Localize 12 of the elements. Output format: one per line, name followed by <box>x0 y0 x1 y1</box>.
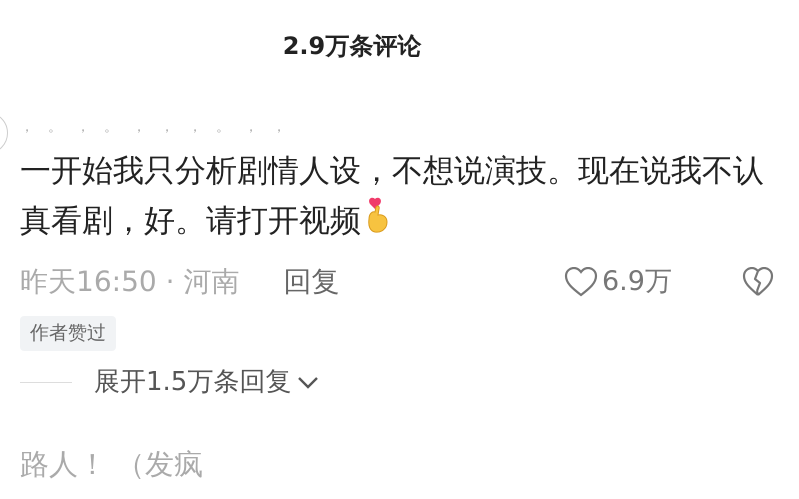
reply-button[interactable]: 回复 <box>283 261 340 303</box>
heart-icon[interactable] <box>564 267 598 297</box>
comment-meta: 昨天16:50 · 河南 <box>20 264 240 300</box>
author-liked-badge: 作者赞过 <box>20 316 116 350</box>
header-title: 2.9万条评论 <box>282 31 422 62</box>
next-comment-text: 路人！ （发疯 <box>20 446 204 482</box>
comment-text: 一开始我只分析剧情人设，不想说演技。现在说我不认真看剧，好。请打开视频 <box>20 152 765 241</box>
chevron-down-icon <box>297 376 320 390</box>
username: ，。，。，，，。，， <box>20 118 301 137</box>
like-count: 6.9万 <box>602 264 672 299</box>
broken-heart-icon[interactable] <box>742 267 774 297</box>
expand-replies-button[interactable]: 展开1.5万条回复 <box>94 363 320 402</box>
